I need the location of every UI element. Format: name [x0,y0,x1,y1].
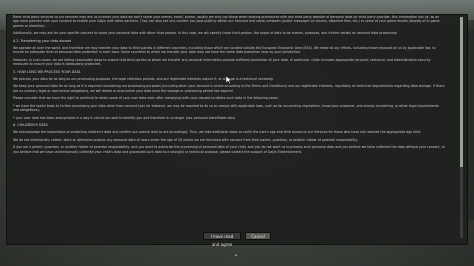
policy-heading: 5. HOW LONG WE PROCESS YOUR DATA [13,69,81,74]
policy-paragraph: * your user data has been anonymized in … [13,115,236,120]
cancel-button[interactable]: Cancel [245,232,271,240]
policy-text-area[interactable]: Rarer third party services to our servic… [13,15,445,236]
policy-paragraph: Please consider that we have the right t… [13,96,279,101]
policy-paragraph: We do not intentionally collect, store o… [13,137,358,142]
arrow-cursor-icon [226,76,232,84]
policy-paragraph: We keep your personal data for as long a… [13,84,445,93]
policy-paragraph: If you are a parent, guardian, or anothe… [13,145,445,154]
bottom-handle-icon: ⌄ [233,251,239,258]
policy-paragraph: Additionally, we may ask for your specif… [13,31,398,36]
privacy-policy-dialog: Rarer third party services to our servic… [6,14,468,245]
scrollbar-thumb[interactable] [460,17,463,167]
policy-heading: 4.2. Transferring your data abroad [13,38,72,43]
policy-paragraph: We acknowledge the importance of protect… [13,130,422,135]
policy-paragraph: Rarer third party services to our servic… [13,15,440,28]
dialog-footer: I have read and agree Cancel [0,232,474,247]
accept-button[interactable]: I have read and agree [203,232,241,247]
scrollbar[interactable] [460,17,463,238]
policy-heading: 6. CHILDREN'S DATA [13,122,48,127]
policy-paragraph: * we have the lawful basis to further pr… [13,103,439,113]
policy-paragraph: We operate all over the world, and there… [13,46,436,55]
policy-paragraph: However, in such cases, we are taking re… [13,57,431,67]
